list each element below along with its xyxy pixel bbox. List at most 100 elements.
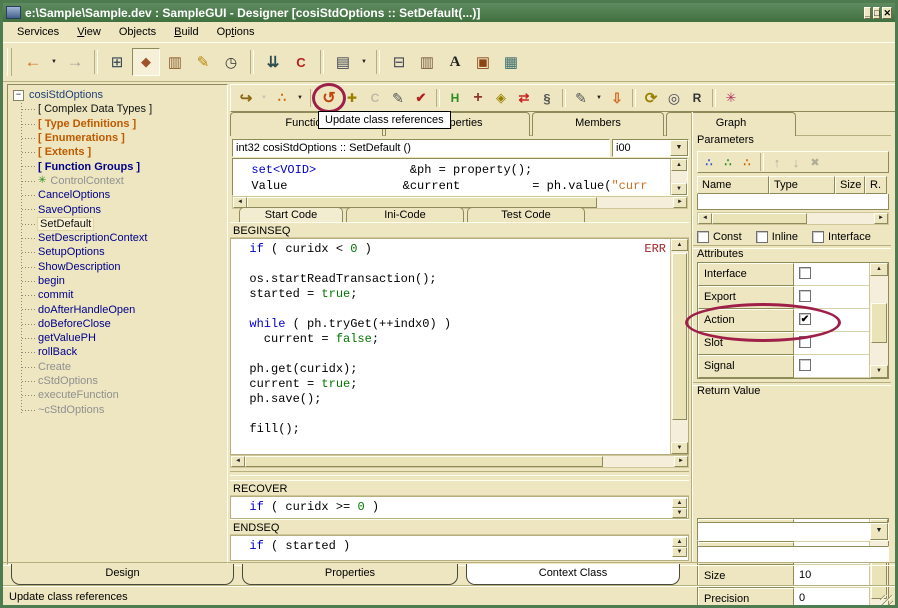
delete-parameter-icon[interactable]: ✖ bbox=[806, 154, 824, 170]
form-view-icon[interactable]: ▤ bbox=[330, 49, 356, 75]
new-object-icon[interactable]: ∴ bbox=[271, 87, 293, 109]
instance-combo[interactable]: i00 ▼ bbox=[612, 139, 689, 157]
scroll-up-icon[interactable]: ▲ bbox=[671, 159, 687, 171]
tree-item-cosistdoptions[interactable]: −cosiStdOptions bbox=[8, 88, 227, 102]
edit-function-dropdown-icon[interactable]: ▼ bbox=[593, 87, 605, 109]
scroll-down-icon[interactable]: ▼ bbox=[671, 442, 688, 454]
tree-item-enumerations[interactable]: [ Enumerations ] bbox=[8, 131, 227, 145]
description-field[interactable] bbox=[697, 546, 889, 563]
tree-item-cstdoptions[interactable]: cStdOptions bbox=[8, 374, 227, 388]
scrollbar-thumb[interactable] bbox=[871, 303, 887, 343]
scroll-down-icon[interactable]: ▼ bbox=[672, 508, 687, 518]
param-column-type[interactable]: Type bbox=[769, 176, 835, 194]
scroll-up-icon[interactable]: ▲ bbox=[671, 239, 688, 251]
scroll-down-icon[interactable]: ▼ bbox=[672, 547, 687, 557]
interface-checkbox[interactable] bbox=[812, 231, 824, 243]
tree-item-setdefault[interactable]: SetDefault bbox=[8, 217, 227, 231]
code-tab-start-code[interactable]: Start Code bbox=[239, 207, 343, 223]
scrollbar-thumb[interactable] bbox=[245, 456, 603, 467]
bottom-tab-properties[interactable]: Properties bbox=[242, 564, 458, 585]
scroll-up-icon[interactable]: ▲ bbox=[672, 498, 687, 508]
titlebar[interactable]: e:\Sample\Sample.dev : SampleGUI - Desig… bbox=[3, 3, 895, 22]
tree-item-extents[interactable]: [ Extents ] bbox=[8, 145, 227, 159]
menu-build[interactable]: Build bbox=[165, 23, 207, 41]
class-context-icon[interactable]: C bbox=[288, 49, 314, 75]
import-members-icon[interactable]: ⇄ bbox=[513, 87, 535, 109]
edit-class-icon[interactable]: ✎ bbox=[387, 87, 409, 109]
tree-item-controlcontext[interactable]: ✳ControlContext bbox=[8, 174, 227, 188]
edit-document-icon[interactable]: ✎ bbox=[190, 49, 216, 75]
chevron-down-icon[interactable]: ▼ bbox=[670, 140, 688, 156]
code-tab-test-code[interactable]: Test Code bbox=[467, 207, 585, 223]
param-column-size[interactable]: Size bbox=[835, 176, 865, 194]
history-clock-icon[interactable]: ◷ bbox=[218, 49, 244, 75]
tree-item-commit[interactable]: commit bbox=[8, 288, 227, 302]
member-stack-icon[interactable]: ◈ bbox=[490, 87, 512, 109]
recover-scrollbar[interactable]: ▲ ▼ bbox=[672, 498, 687, 517]
scroll-right-icon[interactable]: ► bbox=[673, 197, 687, 208]
endseq-editor[interactable]: if ( started ) ▲ ▼ bbox=[230, 535, 689, 561]
copy-parameter-icon[interactable]: ∴ bbox=[738, 154, 756, 170]
tree-item-saveoptions[interactable]: SaveOptions bbox=[8, 202, 227, 216]
add-member-icon[interactable]: + bbox=[467, 87, 489, 109]
scroll-right-icon[interactable]: ► bbox=[674, 456, 688, 467]
form-view-dropdown-icon[interactable]: ▼ bbox=[358, 49, 370, 75]
object-hierarchy-icon[interactable]: ⊞ bbox=[104, 49, 130, 75]
tree-collapse-icon[interactable]: − bbox=[13, 90, 24, 101]
attribute-label[interactable]: Interface bbox=[698, 263, 794, 286]
param-column-r[interactable]: R. bbox=[865, 176, 887, 194]
back-history-dropdown-icon[interactable]: ▼ bbox=[48, 49, 60, 75]
tree-item-canceloptions[interactable]: CancelOptions bbox=[8, 188, 227, 202]
code-editor[interactable]: if ( curidx < 0 ) os.startReadTransactio… bbox=[230, 238, 689, 455]
attributes-vertical-scrollbar[interactable]: ▲▼ bbox=[869, 263, 888, 378]
return-field-value[interactable]: 10 bbox=[794, 565, 870, 588]
insert-parameter-icon[interactable]: ∴ bbox=[719, 154, 737, 170]
minimize-button[interactable]: _ bbox=[864, 7, 871, 19]
declarations-vertical-scrollbar[interactable]: ▲ ▼ bbox=[670, 159, 687, 195]
tree-item-cstdoptions[interactable]: ~cStdOptions bbox=[8, 403, 227, 417]
bottom-tab-context-class[interactable]: Context Class bbox=[466, 564, 680, 585]
parameters-empty-row[interactable] bbox=[697, 194, 889, 210]
param-column-name[interactable]: Name bbox=[697, 176, 769, 194]
menu-view[interactable]: View bbox=[68, 23, 110, 41]
menu-objects[interactable]: Objects bbox=[110, 23, 165, 41]
tree-item-type-definitions[interactable]: [ Type Definitions ] bbox=[8, 117, 227, 131]
tree-item-showdescription[interactable]: ShowDescription bbox=[8, 260, 227, 274]
scroll-down-icon[interactable]: ▼ bbox=[870, 365, 888, 378]
edit-function-icon[interactable]: ✎ bbox=[570, 87, 592, 109]
tree-item-getvalueph[interactable]: getValuePH bbox=[8, 331, 227, 345]
update-references-icon[interactable]: ⟳ bbox=[640, 87, 662, 109]
rename-references-icon[interactable]: R bbox=[686, 87, 708, 109]
class-interface-icon[interactable]: C bbox=[364, 87, 386, 109]
add-parameter-icon[interactable]: ∴ bbox=[700, 154, 718, 170]
add-class-icon[interactable]: ✚ bbox=[341, 87, 363, 109]
recover-editor[interactable]: if ( curidx >= 0 ) ▲ ▼ bbox=[230, 496, 689, 519]
import-table-icon[interactable]: ⇊ bbox=[260, 49, 286, 75]
attribute-label[interactable]: Action bbox=[698, 309, 794, 332]
tree-item-setupoptions[interactable]: SetupOptions bbox=[8, 245, 227, 259]
declarations-editor[interactable]: set<VOID> &ph = property(); Value &curre… bbox=[232, 158, 688, 196]
action-checkbox[interactable]: ✔ bbox=[799, 313, 811, 325]
interface-checkbox[interactable] bbox=[799, 267, 811, 279]
options-grid-icon[interactable]: ▦ bbox=[498, 49, 524, 75]
designer-icon[interactable]: ◆ bbox=[132, 48, 160, 76]
attribute-label[interactable]: Signal bbox=[698, 355, 794, 378]
tab-members[interactable]: Members bbox=[532, 112, 664, 136]
maximize-button[interactable]: □ bbox=[873, 7, 880, 19]
member-handle-icon[interactable]: H bbox=[444, 87, 466, 109]
inline-checkbox[interactable] bbox=[756, 231, 768, 243]
export-function-icon[interactable]: ⇩ bbox=[606, 87, 628, 109]
tree-item-function-groups[interactable]: [ Function Groups ] bbox=[8, 159, 227, 173]
check-class-icon[interactable]: ✔ bbox=[410, 87, 432, 109]
printer-icon[interactable]: ⊟ bbox=[386, 49, 412, 75]
class-graph-icon[interactable]: ✳ bbox=[720, 87, 742, 109]
close-button[interactable]: ✕ bbox=[882, 7, 892, 19]
attribute-label[interactable]: Slot bbox=[698, 332, 794, 355]
code-vertical-scrollbar[interactable]: ▲ ▼ bbox=[670, 239, 688, 454]
new-object-dropdown-icon[interactable]: ▼ bbox=[294, 87, 306, 109]
tree-item-doafterhandleopen[interactable]: doAfterHandleOpen bbox=[8, 302, 227, 316]
scroll-up-icon[interactable]: ▲ bbox=[672, 537, 687, 547]
code-tab-ini-code[interactable]: Ini-Code bbox=[346, 207, 464, 223]
tree-item-begin[interactable]: begin bbox=[8, 274, 227, 288]
const-checkbox[interactable] bbox=[697, 231, 709, 243]
